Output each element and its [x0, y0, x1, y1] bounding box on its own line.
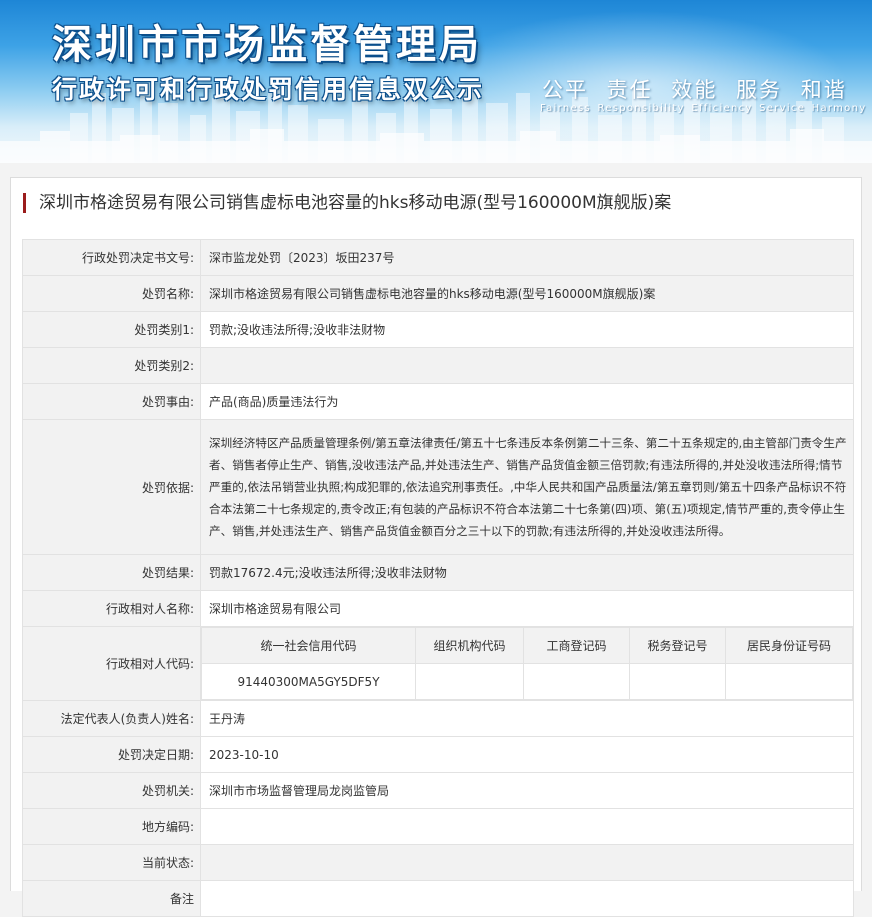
field-label: 当前状态: — [22, 844, 201, 881]
table-row: 处罚机关: 深圳市市场监督管理局龙岗监管局 — [22, 772, 854, 809]
case-title: 深圳市格途贸易有限公司销售虚标电池容量的hks移动电源(型号160000M旗舰版… — [23, 193, 671, 213]
penalty-basis-value: 深圳经济特区产品质量管理条例/第五章法律责任/第五十七条违反本条例第二十三条、第… — [200, 419, 854, 555]
remark-value — [200, 880, 854, 917]
id-number-value — [725, 663, 853, 700]
penalty-type1-value: 罚款;没收违法所得;没收非法财物 — [200, 311, 854, 348]
field-label: 行政处罚决定书文号: — [22, 239, 201, 276]
table-row: 处罚名称: 深圳市格途贸易有限公司销售虚标电池容量的hks移动电源(型号1600… — [22, 275, 854, 312]
penalty-result-value: 罚款17672.4元;没收违法所得;没收非法财物 — [200, 554, 854, 591]
table-row: 处罚类别2: — [22, 347, 854, 384]
party-code-table: 统一社会信用代码 组织机构代码 工商登记码 税务登记号 居民身份证号码 9144… — [201, 627, 853, 700]
table-row: 处罚类别1: 罚款;没收违法所得;没收非法财物 — [22, 311, 854, 348]
code-header: 工商登记码 — [523, 627, 630, 664]
header-banner: 深圳市市场监督管理局 行政许可和行政处罚信用信息双公示 公平 责任 效能 服务 … — [0, 0, 872, 163]
party-code-cell: 统一社会信用代码 组织机构代码 工商登记码 税务登记号 居民身份证号码 9144… — [200, 626, 854, 701]
business-reg-value — [523, 663, 630, 700]
table-row: 法定代表人(负责人)姓名: 王丹涛 — [22, 700, 854, 737]
field-label: 处罚依据: — [22, 419, 201, 555]
code-header: 居民身份证号码 — [725, 627, 853, 664]
code-header: 组织机构代码 — [415, 627, 524, 664]
party-code-value-row: 91440300MA5GY5DF5Y — [201, 663, 853, 700]
table-row: 处罚依据: 深圳经济特区产品质量管理条例/第五章法律责任/第五十七条违反本条例第… — [22, 419, 854, 555]
field-label: 备注 — [22, 880, 201, 917]
status-value — [200, 844, 854, 881]
table-row: 地方编码: — [22, 808, 854, 845]
table-row: 处罚事由: 产品(商品)质量违法行为 — [22, 383, 854, 420]
field-label: 地方编码: — [22, 808, 201, 845]
party-name-value: 深圳市格途贸易有限公司 — [200, 590, 854, 627]
table-row: 备注 — [22, 880, 854, 917]
decision-date-value: 2023-10-10 — [200, 736, 854, 773]
penalty-type2-value — [200, 347, 854, 384]
field-label: 行政相对人名称: — [22, 590, 201, 627]
slogan-english: Fairness Responsibility Efficiency Servi… — [540, 103, 867, 114]
field-label: 处罚类别1: — [22, 311, 201, 348]
field-label: 处罚结果: — [22, 554, 201, 591]
site-subtitle: 行政许可和行政处罚信用信息双公示 — [52, 75, 485, 104]
org-code-value — [415, 663, 524, 700]
table-row: 当前状态: — [22, 844, 854, 881]
local-code-value — [200, 808, 854, 845]
table-row: 行政处罚决定书文号: 深市监龙处罚〔2023〕坂田237号 — [22, 239, 854, 276]
field-label: 处罚机关: — [22, 772, 201, 809]
field-label: 行政相对人代码: — [22, 626, 201, 701]
case-info-table: 行政处罚决定书文号: 深市监龙处罚〔2023〕坂田237号 处罚名称: 深圳市格… — [22, 239, 854, 917]
code-header: 税务登记号 — [629, 627, 726, 664]
field-label: 处罚名称: — [22, 275, 201, 312]
field-label: 处罚类别2: — [22, 347, 201, 384]
tax-reg-value — [629, 663, 726, 700]
field-label: 法定代表人(负责人)姓名: — [22, 700, 201, 737]
party-code-header-row: 统一社会信用代码 组织机构代码 工商登记码 税务登记号 居民身份证号码 — [201, 627, 853, 664]
case-detail-panel: 深圳市格途贸易有限公司销售虚标电池容量的hks移动电源(型号160000M旗舰版… — [10, 177, 862, 917]
authority-value: 深圳市市场监督管理局龙岗监管局 — [200, 772, 854, 809]
field-label: 处罚事由: — [22, 383, 201, 420]
field-label: 处罚决定日期: — [22, 736, 201, 773]
penalty-reason-value: 产品(商品)质量违法行为 — [200, 383, 854, 420]
table-row: 处罚决定日期: 2023-10-10 — [22, 736, 854, 773]
credit-code-value: 91440300MA5GY5DF5Y — [201, 663, 416, 700]
penalty-name-value: 深圳市格途贸易有限公司销售虚标电池容量的hks移动电源(型号160000M旗舰版… — [200, 275, 854, 312]
legal-rep-value: 王丹涛 — [200, 700, 854, 737]
site-title: 深圳市市场监督管理局 — [52, 22, 482, 68]
table-row: 处罚结果: 罚款17672.4元;没收违法所得;没收非法财物 — [22, 554, 854, 591]
doc-number-value: 深市监龙处罚〔2023〕坂田237号 — [200, 239, 854, 276]
table-row: 行政相对人名称: 深圳市格途贸易有限公司 — [22, 590, 854, 627]
slogan: 公平 责任 效能 服务 和谐 — [542, 78, 847, 102]
code-header: 统一社会信用代码 — [201, 627, 416, 664]
table-row: 行政相对人代码: 统一社会信用代码 组织机构代码 工商登记码 税务登记号 居民身… — [22, 626, 854, 701]
